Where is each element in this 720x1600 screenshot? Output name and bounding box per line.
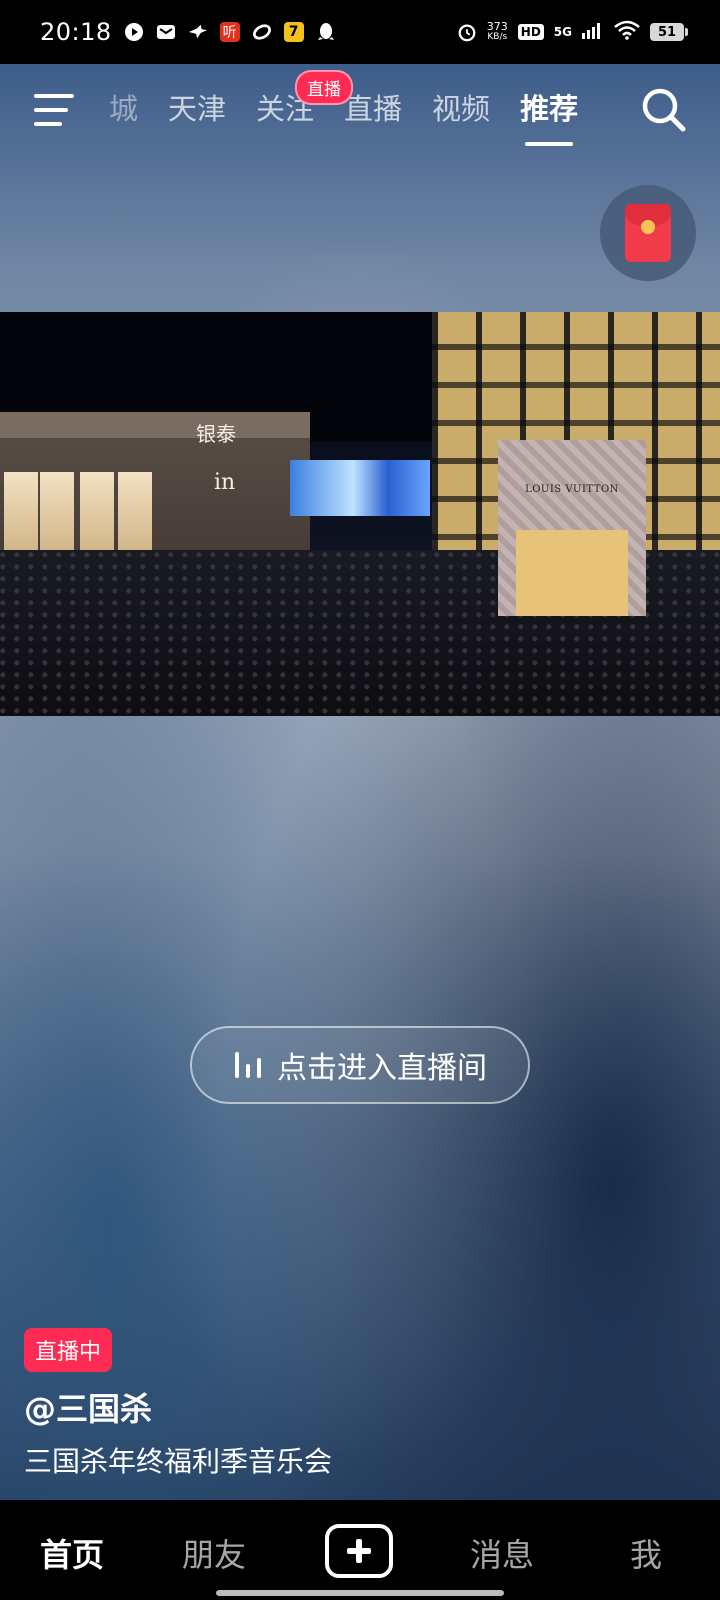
- net-speed-value: 373: [486, 20, 508, 33]
- tab-video[interactable]: 视频: [432, 86, 490, 128]
- net-speed-unit: KB/s: [487, 32, 508, 42]
- live-status-tag: 直播中: [24, 1328, 113, 1372]
- home-indicator[interactable]: [216, 1590, 504, 1596]
- tab-live[interactable]: 直播: [344, 86, 402, 128]
- following-live-badge: 直播: [295, 70, 353, 105]
- active-tab-underline: [525, 142, 574, 146]
- live-bars-icon: [233, 1052, 263, 1078]
- hd-badge: HD: [517, 24, 544, 40]
- video-sign-in: in: [214, 470, 236, 495]
- video-sign-yintai: 银泰: [196, 422, 236, 446]
- status-bar-left: 20:18 听 7: [40, 18, 336, 46]
- status-bar: 20:18 听 7 373 KB/s HD 5G 51: [0, 0, 720, 64]
- alarm-icon: [457, 22, 477, 42]
- nav-friends[interactable]: 朋友: [182, 1530, 246, 1576]
- ting-app-icon: 听: [219, 22, 240, 42]
- menu-icon[interactable]: [34, 92, 76, 128]
- mail-icon: [156, 22, 176, 42]
- signal-icon: [582, 21, 604, 43]
- nav-home[interactable]: 首页: [40, 1530, 104, 1576]
- network-type: 5G: [553, 25, 572, 39]
- seven-app-icon: 7: [283, 22, 304, 42]
- status-bar-right: 373 KB/s HD 5G 51: [457, 20, 688, 44]
- author-name[interactable]: @三国杀: [24, 1384, 152, 1430]
- bird-icon: [188, 22, 208, 42]
- live-video-frame[interactable]: 银泰 in LOUIS VUITTON: [0, 312, 720, 716]
- live-stage-background[interactable]: [0, 64, 720, 1500]
- enter-live-room-button[interactable]: 点击进入直播间: [190, 1026, 530, 1104]
- tab-recommend-label: 推荐: [520, 92, 579, 126]
- wifi-icon: [614, 20, 640, 44]
- nav-me[interactable]: 我: [630, 1530, 662, 1576]
- live-description[interactable]: 三国杀年终福利季音乐会: [24, 1440, 332, 1480]
- tab-tianjin[interactable]: 天津: [168, 86, 226, 128]
- video-stage-screen: [290, 460, 430, 516]
- bottom-nav: 首页 朋友 消息 我: [0, 1500, 720, 1600]
- qq-icon: [316, 22, 336, 42]
- red-envelope-button[interactable]: [600, 185, 696, 281]
- battery-indicator: 51: [650, 23, 688, 41]
- status-time: 20:18: [40, 18, 112, 46]
- video-lv-store: LOUIS VUITTON: [498, 440, 646, 616]
- video-sign-lv: LOUIS VUITTON: [525, 484, 619, 495]
- search-icon[interactable]: [640, 86, 688, 134]
- red-envelope-icon: [625, 204, 671, 262]
- nav-messages[interactable]: 消息: [470, 1530, 534, 1576]
- tab-recommend[interactable]: 推荐: [520, 86, 579, 146]
- enter-live-room-label: 点击进入直播间: [277, 1051, 487, 1086]
- net-speed: 373 KB/s: [487, 21, 508, 43]
- create-post-button[interactable]: [325, 1524, 393, 1578]
- play-circle-icon: [124, 22, 144, 42]
- loop-app-icon: [252, 22, 272, 42]
- tab-city[interactable]: 城: [100, 86, 138, 128]
- top-nav: 城 天津 关注 直播 视频 推荐 直播: [0, 64, 720, 154]
